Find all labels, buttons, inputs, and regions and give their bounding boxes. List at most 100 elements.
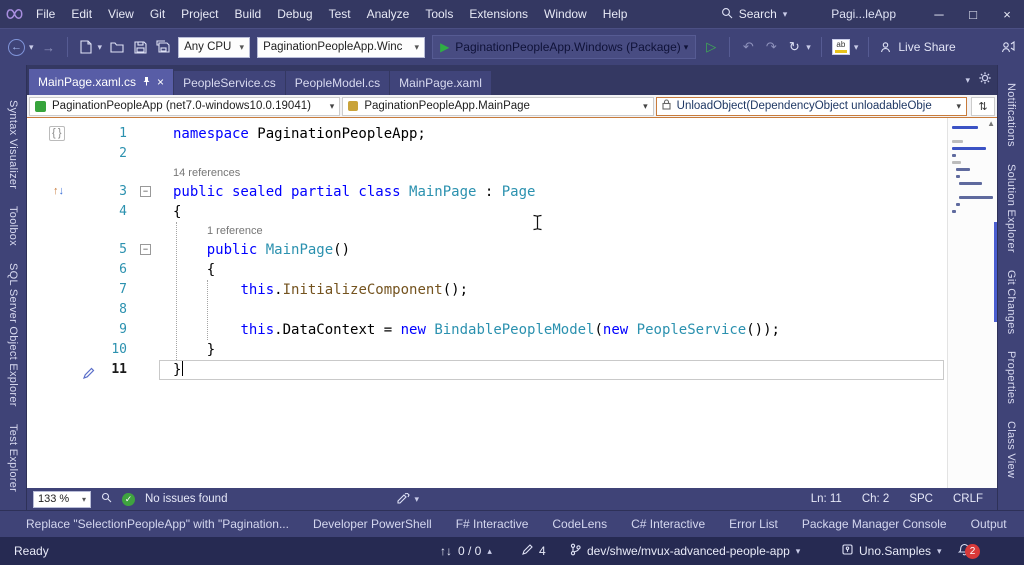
- send-feedback-button[interactable]: [1000, 37, 1016, 57]
- bottom-tab-replace-selectionpeopleapp-with-paginati[interactable]: Replace "SelectionPeopleApp" with "Pagin…: [26, 517, 289, 531]
- pin-icon[interactable]: [142, 75, 151, 89]
- redo-button[interactable]: ↷: [763, 37, 779, 57]
- code-line-2[interactable]: 2: [27, 144, 947, 164]
- minimize-button[interactable]: ─: [922, 0, 956, 28]
- symbol-lookup-icon[interactable]: [101, 492, 112, 506]
- bottom-tab-output[interactable]: Output: [971, 517, 1007, 531]
- undo-button[interactable]: ↶: [740, 37, 756, 57]
- menu-tools[interactable]: Tools: [417, 0, 461, 28]
- menu-analyze[interactable]: Analyze: [359, 0, 418, 28]
- code-line-6[interactable]: 6 {: [27, 260, 947, 280]
- inheritance-glyph-icon[interactable]: ↑↓: [53, 184, 64, 198]
- left-tab-test-explorer[interactable]: Test Explorer: [7, 424, 19, 492]
- bottom-tab-error-list[interactable]: Error List: [729, 517, 778, 531]
- bottom-tab-codelens[interactable]: CodeLens: [552, 517, 607, 531]
- codelens-indicator[interactable]: 14 references: [27, 164, 947, 182]
- split-editor-button[interactable]: ⇅: [970, 96, 995, 116]
- notifications-bell-button[interactable]: 2: [957, 537, 980, 565]
- run-button[interactable]: ▶ PaginationPeopleApp.Windows (Package) …: [432, 35, 697, 59]
- new-file-button[interactable]: [78, 37, 94, 57]
- menu-window[interactable]: Window: [536, 0, 595, 28]
- spaces-indicator[interactable]: SPC: [909, 493, 933, 505]
- bottom-tab-f-interactive[interactable]: F# Interactive: [456, 517, 529, 531]
- menu-extensions[interactable]: Extensions: [461, 0, 536, 28]
- code-line-1[interactable]: { } 1 namespace PaginationPeopleApp;: [27, 124, 947, 144]
- menu-build[interactable]: Build: [227, 0, 270, 28]
- right-tab-class-view[interactable]: Class View: [1005, 421, 1017, 478]
- doc-tab-mainpage-xaml[interactable]: MainPage.xaml: [390, 71, 491, 95]
- code-line-3[interactable]: ↑↓ 3− public sealed partial class MainPage…: [27, 182, 947, 202]
- code-cleanup-quick-button[interactable]: ▾: [397, 493, 419, 505]
- project-dropdown[interactable]: PaginationPeopleApp (net7.0-windows10.0.…: [29, 96, 341, 116]
- column-indicator[interactable]: Ch: 2: [862, 493, 890, 505]
- quick-actions-pen-icon[interactable]: [82, 364, 95, 384]
- scrollbar-up-icon[interactable]: ▲: [987, 119, 995, 128]
- health-status[interactable]: No issues found: [145, 493, 227, 505]
- settings-gear-icon[interactable]: [979, 71, 991, 89]
- refresh-caret-icon[interactable]: ▾: [806, 42, 811, 53]
- fold-collapse-box[interactable]: −: [140, 186, 151, 197]
- type-dropdown[interactable]: PaginationPeopleApp.MainPage ▾: [342, 96, 654, 116]
- back-caret-icon[interactable]: ▾: [29, 42, 34, 53]
- left-tab-sql-server-object-explorer[interactable]: SQL Server Object Explorer: [7, 263, 19, 407]
- code-line-7[interactable]: 7 this.InitializeComponent();: [27, 280, 947, 300]
- fold-collapse-box[interactable]: −: [140, 244, 151, 255]
- left-tab-syntax-visualizer[interactable]: Syntax Visualizer: [7, 100, 19, 189]
- right-tab-git-changes[interactable]: Git Changes: [1005, 270, 1017, 334]
- sync-commits-button[interactable]: ↑↓ 0 / 0 ▴: [440, 537, 492, 565]
- bottom-tab-package-manager-console[interactable]: Package Manager Console: [802, 517, 947, 531]
- search-control[interactable]: Search ▾: [711, 3, 798, 25]
- close-button[interactable]: ×: [990, 0, 1024, 28]
- code-cleanup-button[interactable]: ab: [831, 39, 850, 55]
- code-editor[interactable]: { } 1 namespace PaginationPeopleApp; 2 14 re…: [27, 118, 997, 488]
- line-ending-indicator[interactable]: CRLF: [953, 493, 983, 505]
- save-button[interactable]: [132, 37, 148, 57]
- doc-tab-mainpage-xaml-cs[interactable]: MainPage.xaml.cs ×: [29, 69, 174, 95]
- code-line-9[interactable]: 9 this.DataContext = new BindablePeopleM…: [27, 320, 947, 340]
- close-tab-icon[interactable]: ×: [157, 76, 164, 88]
- menu-help[interactable]: Help: [595, 0, 636, 28]
- menu-project[interactable]: Project: [173, 0, 226, 28]
- right-tab-properties[interactable]: Properties: [1005, 351, 1017, 404]
- member-dropdown[interactable]: UnloadObject(DependencyObject unloadable…: [655, 96, 967, 116]
- navigate-back-button[interactable]: ←: [8, 38, 25, 56]
- bottom-tab-c-interactive[interactable]: C# Interactive: [631, 517, 705, 531]
- bottom-tab-developer-powershell[interactable]: Developer PowerShell: [313, 517, 432, 531]
- menu-git[interactable]: Git: [142, 0, 173, 28]
- maximize-button[interactable]: □: [956, 0, 990, 28]
- live-share-button[interactable]: Live Share: [879, 40, 956, 54]
- doc-tab-peopleservice-cs[interactable]: PeopleService.cs: [174, 71, 285, 95]
- startup-project-dropdown[interactable]: PaginationPeopleApp.Winc ▾: [257, 36, 426, 58]
- pending-edits-indicator[interactable]: 4: [522, 537, 546, 565]
- navigate-forward-button[interactable]: →: [41, 37, 57, 57]
- code-area[interactable]: { } 1 namespace PaginationPeopleApp; 2 14 re…: [27, 118, 947, 488]
- solution-platform-dropdown[interactable]: Any CPU ▾: [178, 36, 251, 58]
- doc-tab-peoplemodel-cs[interactable]: PeopleModel.cs: [285, 71, 390, 95]
- minimap-scroll-thumb[interactable]: [994, 222, 997, 322]
- refresh-button[interactable]: ↻: [786, 37, 802, 57]
- right-tab-notifications[interactable]: Notifications: [1005, 83, 1017, 147]
- code-line-10[interactable]: 10 }: [27, 340, 947, 360]
- codelens-indicator[interactable]: 1 reference: [27, 222, 947, 240]
- menu-view[interactable]: View: [100, 0, 142, 28]
- code-cleanup-caret-icon[interactable]: ▾: [854, 42, 859, 53]
- menu-file[interactable]: File: [28, 0, 63, 28]
- git-repository-button[interactable]: Uno.Samples ▾: [842, 537, 942, 565]
- minimap[interactable]: ▲: [947, 118, 997, 488]
- menu-edit[interactable]: Edit: [63, 0, 100, 28]
- right-tab-solution-explorer[interactable]: Solution Explorer: [1005, 164, 1017, 253]
- menu-test[interactable]: Test: [321, 0, 359, 28]
- zoom-dropdown[interactable]: 133 % ▾: [33, 490, 91, 508]
- menu-debug[interactable]: Debug: [269, 0, 320, 28]
- code-line-8[interactable]: 8: [27, 300, 947, 320]
- code-line-5[interactable]: 5− public MainPage(): [27, 240, 947, 260]
- new-file-caret-icon[interactable]: ▾: [98, 42, 103, 53]
- open-file-button[interactable]: [109, 37, 125, 57]
- git-branch-button[interactable]: dev/shwe/mvux-advanced-people-app ▾: [570, 537, 800, 565]
- left-tab-toolbox[interactable]: Toolbox: [7, 206, 19, 246]
- line-indicator[interactable]: Ln: 11: [811, 493, 842, 505]
- save-all-button[interactable]: [155, 37, 171, 57]
- code-line-4[interactable]: 4{: [27, 202, 947, 222]
- tab-list-caret-icon[interactable]: ▾: [965, 75, 970, 86]
- code-line-11[interactable]: 11}: [27, 360, 947, 380]
